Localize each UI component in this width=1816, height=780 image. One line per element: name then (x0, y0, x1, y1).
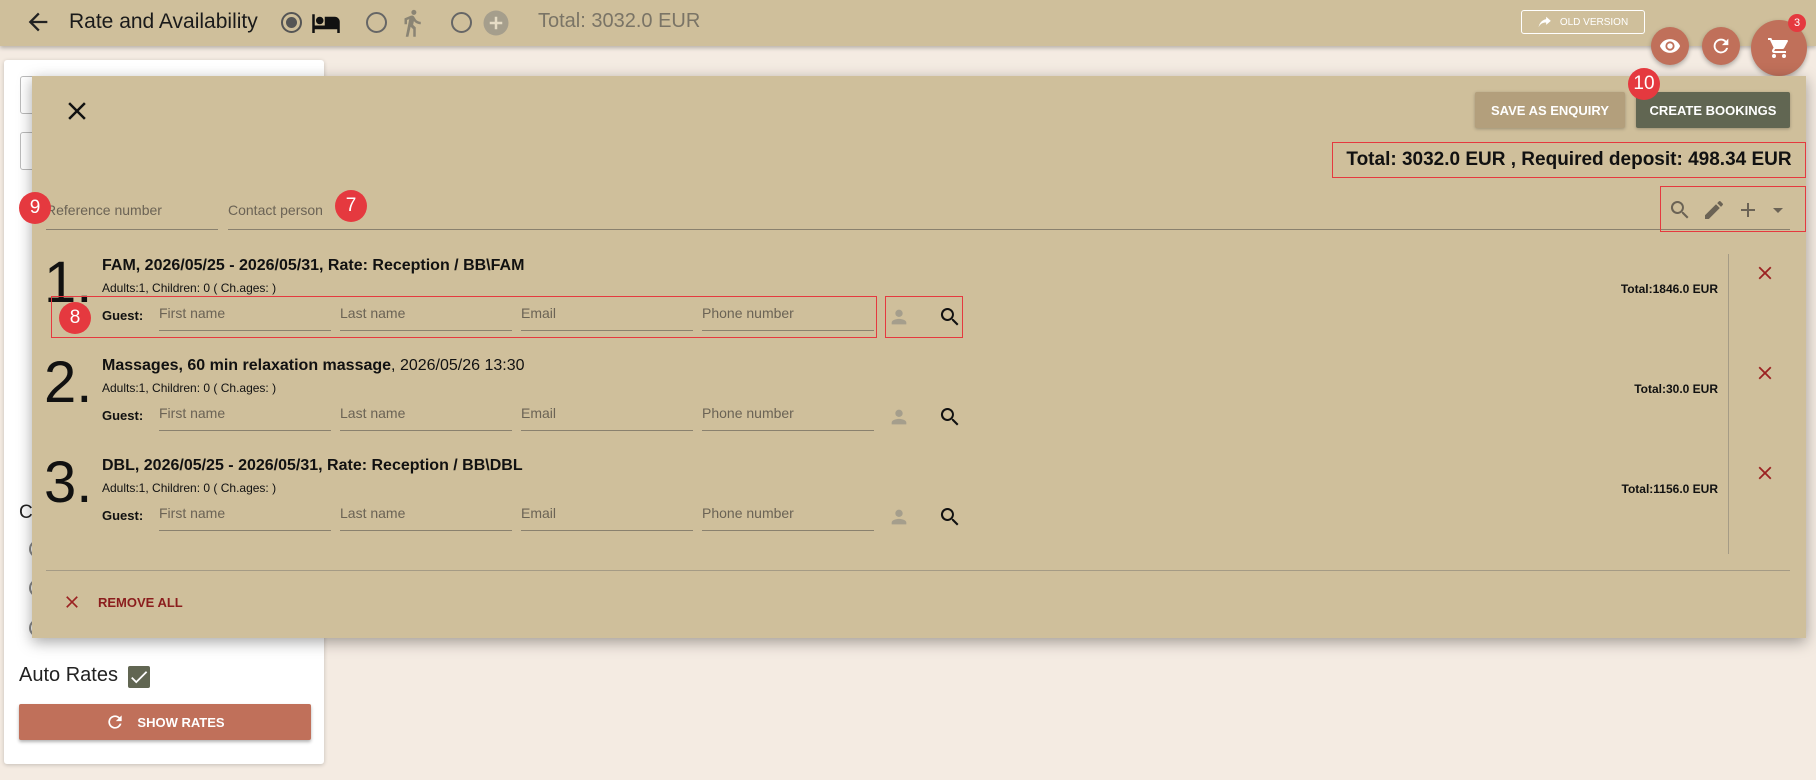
email-input[interactable]: Email (521, 403, 693, 431)
line-title-bold: FAM, 2026/05/25 - 2026/05/31, Rate: Rece… (102, 257, 525, 274)
share-arrow-icon (1538, 16, 1551, 28)
edit-icon[interactable] (1702, 198, 1726, 222)
eye-icon (1659, 39, 1681, 53)
old-version-button[interactable]: OLD VERSION (1521, 10, 1645, 34)
contact-person-field[interactable]: Contact person (228, 194, 1790, 230)
refresh-icon (108, 715, 123, 729)
preview-button[interactable] (1651, 27, 1689, 65)
phone-input[interactable]: Phone number (702, 503, 874, 531)
line-occupancy: Adults:1, Children: 0 ( Ch.ages: ) (102, 481, 277, 495)
radio-activities[interactable] (366, 12, 387, 33)
footer-divider (46, 570, 1790, 571)
show-rates-label: SHOW RATES (137, 714, 225, 730)
line-title: FAM, 2026/05/25 - 2026/05/31, Rate: Rece… (102, 257, 524, 275)
highlight-box-guest (51, 296, 877, 338)
line-title-bold: DBL, 2026/05/25 - 2026/05/31, Rate: Rece… (102, 457, 523, 474)
cart-count-badge: 3 (1788, 14, 1806, 32)
reference-number-field[interactable]: Reference number (46, 194, 218, 230)
line-total: Total:30.0 EUR (1634, 382, 1718, 396)
add-circle-icon (483, 10, 509, 36)
delete-line-icon[interactable] (1754, 362, 1776, 384)
add-icon[interactable] (1736, 198, 1760, 222)
annotation-marker-8: 8 (59, 302, 91, 334)
delete-line-icon[interactable] (1754, 462, 1776, 484)
bed-icon (312, 14, 340, 33)
close-icon (66, 596, 78, 608)
line-number: 2. (44, 350, 93, 415)
line-title: Massages, 60 min relaxation massage, 202… (102, 357, 525, 375)
line-total: Total:1846.0 EUR (1620, 282, 1718, 296)
person-icon[interactable] (888, 406, 910, 428)
close-icon[interactable] (62, 96, 92, 126)
person-icon[interactable] (888, 506, 910, 528)
column-divider (1728, 254, 1729, 554)
line-occupancy: Adults:1, Children: 0 ( Ch.ages: ) (102, 281, 277, 295)
auto-rates-checkbox[interactable] (128, 666, 150, 688)
auto-rates-label: Auto Rates (19, 664, 118, 686)
line-title-rest: , 2026/05/26 13:30 (391, 357, 525, 374)
page-title: Rate and Availability (69, 10, 258, 33)
header-total: Total: 3032.0 EUR (538, 10, 701, 32)
remove-all-label: REMOVE ALL (98, 594, 183, 610)
annotation-marker-7: 7 (335, 190, 367, 222)
guest-label: Guest: (102, 508, 144, 523)
create-bookings-button[interactable]: CREATE BOOKINGS (1636, 92, 1790, 128)
last-name-input[interactable]: Last name (340, 503, 512, 531)
first-name-input[interactable]: First name (159, 503, 331, 531)
cart-dialog: SAVE AS ENQUIRY CREATE BOOKINGS Total: 3… (32, 76, 1806, 638)
remove-all-button[interactable]: REMOVE ALL (62, 592, 183, 612)
highlight-box-total (1332, 142, 1806, 178)
guest-label: Guest: (102, 408, 144, 423)
annotation-marker-9: 9 (19, 192, 51, 224)
email-input[interactable]: Email (521, 503, 693, 531)
first-name-input[interactable]: First name (159, 403, 331, 431)
cart-icon (1768, 38, 1788, 58)
line-number: 3. (44, 450, 93, 515)
delete-line-icon[interactable] (1754, 262, 1776, 284)
radio-accommodation[interactable] (281, 12, 302, 33)
radio-extras[interactable] (451, 12, 472, 33)
search-icon[interactable] (1668, 198, 1692, 222)
refresh-icon (1713, 38, 1729, 54)
line-title: DBL, 2026/05/25 - 2026/05/31, Rate: Rece… (102, 457, 523, 475)
line-total: Total:1156.0 EUR (1621, 482, 1718, 496)
phone-input[interactable]: Phone number (702, 403, 874, 431)
old-version-label: OLD VERSION (1559, 16, 1629, 28)
check-icon (131, 671, 148, 684)
panel-section-heading: C (19, 502, 33, 523)
search-guest-icon[interactable] (938, 505, 962, 529)
running-icon (404, 9, 421, 37)
save-as-enquiry-button[interactable]: SAVE AS ENQUIRY (1475, 92, 1625, 128)
dropdown-arrow-icon[interactable] (1766, 198, 1790, 222)
refresh-button[interactable] (1702, 27, 1740, 65)
line-title-bold: Massages, 60 min relaxation massage (102, 357, 392, 374)
search-guest-icon[interactable] (938, 405, 962, 429)
line-occupancy: Adults:1, Children: 0 ( Ch.ages: ) (102, 381, 277, 395)
last-name-input[interactable]: Last name (340, 403, 512, 431)
annotation-marker-10: 10 (1628, 68, 1660, 100)
highlight-box-guest-actions (885, 296, 963, 338)
show-rates-button[interactable]: SHOW RATES (19, 704, 311, 740)
back-arrow-icon[interactable] (24, 8, 52, 36)
top-bar: Rate and Availability Total: 3032.0 EUR … (0, 0, 1816, 76)
